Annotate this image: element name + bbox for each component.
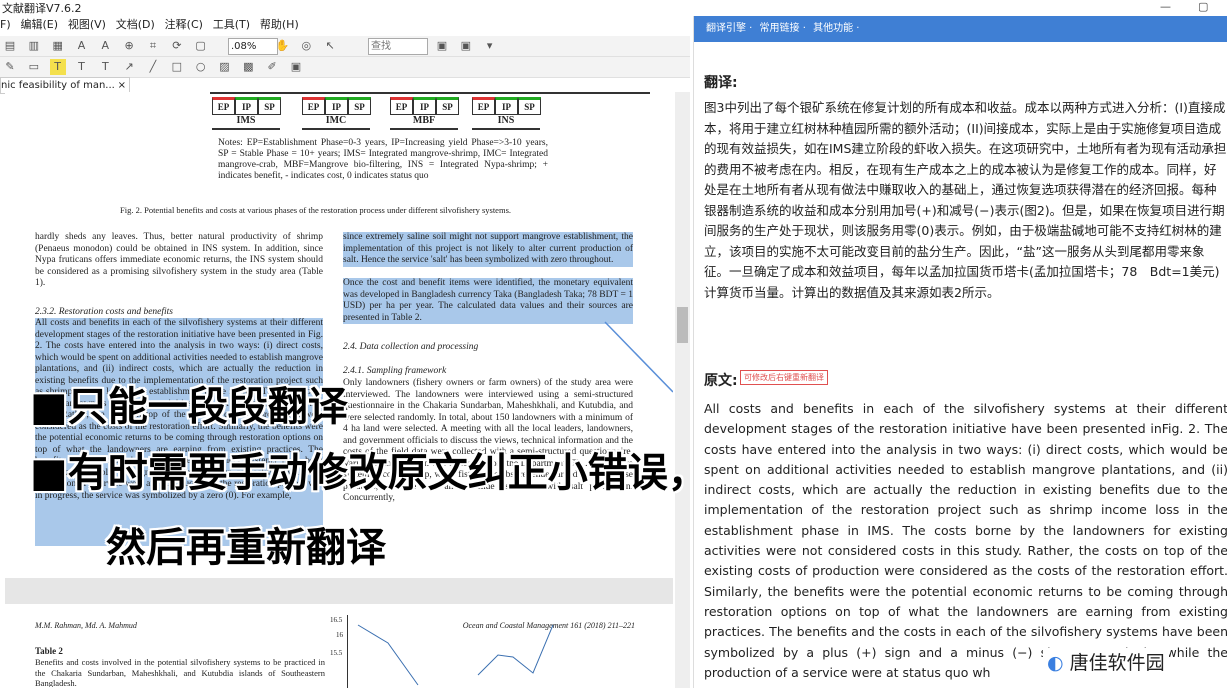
main-toolbar: ▤ ▥ ▦ A A ⊕ ⌗ ⟳ ▢ .08% ✋ ◎ ↖ 查找 ▣ ▣ ▾ [0, 36, 690, 57]
phase-cell: SP [518, 97, 541, 115]
menu-document[interactable]: 文档(D) [116, 16, 155, 34]
menu-links[interactable]: 常用链接 · [760, 23, 806, 34]
zoom-select[interactable]: .08% [228, 38, 278, 55]
original-heading: 原文: [704, 373, 738, 389]
document-tab-label: nic feasibility of man... [1, 80, 115, 91]
group-label: MBF [390, 114, 458, 130]
phase-cell: IP [235, 97, 258, 115]
strike-icon[interactable]: T [97, 59, 113, 75]
group-label: IMC [302, 114, 370, 130]
figure-notes: Notes: EP=Establishment Phase=0-3 years,… [218, 138, 548, 181]
ellipse-icon[interactable]: ○ [193, 59, 209, 75]
highlighted-paragraph: All costs and benefits in each of the si… [35, 318, 323, 546]
figure-table: EP IP SP EP IP SP EP IP SP EP IP SP IMS … [210, 92, 650, 130]
select-icon[interactable]: ↖ [322, 38, 338, 54]
tick-label: 15.5 [330, 649, 343, 657]
phase-cell: SP [348, 97, 371, 115]
menu-file[interactable]: F) [0, 16, 11, 34]
overlay-caption-3: 然后再重新翻译 [106, 525, 386, 571]
annotation-toolbar: ✎ ▭ T T T ↗ ╱ □ ○ ▨ ▩ ✐ ▣ [0, 57, 690, 78]
phase-cell: IP [325, 97, 348, 115]
overlay-caption-1: ■只能一段段翻译 [30, 384, 348, 430]
menu-edit[interactable]: 编辑(E) [20, 16, 58, 34]
open-icon[interactable]: ▤ [2, 38, 18, 54]
watermark-icon: ◐ [1047, 652, 1064, 674]
crop-icon[interactable]: ⌗ [145, 38, 161, 54]
section-heading: 2.3.2. Restoration costs and benefits [35, 307, 174, 317]
fit-icon[interactable]: ▢ [193, 38, 209, 54]
original-hint: 可修改后右键重新翻译 [740, 370, 828, 385]
edit-icon[interactable]: ✐ [264, 59, 280, 75]
menu-view[interactable]: 视图(V) [68, 16, 106, 34]
menu-help[interactable]: 帮助(H) [260, 16, 299, 34]
translation-heading: 翻译: [704, 75, 738, 91]
menu-engine[interactable]: 翻译引擎 · [706, 23, 752, 34]
figure-caption: Fig. 2. Potential benefits and costs at … [120, 205, 511, 215]
line-icon[interactable]: ╱ [145, 59, 161, 75]
page-footer-left: M.M. Rahman, Md. A. Mahmud [35, 621, 137, 630]
snapshot-icon[interactable]: ◎ [298, 38, 314, 54]
menu-other[interactable]: 其他功能 · [813, 23, 859, 34]
next-icon[interactable]: ▣ [458, 38, 474, 54]
section-heading: 2.4.1. Sampling framework [343, 366, 447, 376]
search-input[interactable]: 查找 [368, 38, 428, 55]
mini-chart: 16.5 16 15.5 [330, 615, 628, 688]
highlight-icon[interactable]: T [49, 59, 66, 75]
phase-cell: SP [258, 97, 281, 115]
rotate-icon[interactable]: ⟳ [169, 38, 185, 54]
page-separator [5, 578, 673, 604]
font-up-icon[interactable]: A [73, 38, 89, 54]
phase-cell: EP [302, 97, 325, 115]
translation-panel: 翻译引擎 · 常用链接 · 其他功能 · 翻译: 图3中列出了每个银矿系统在修复… [693, 16, 1227, 688]
font-down-icon[interactable]: A [97, 38, 113, 54]
phase-cell: IP [413, 97, 436, 115]
overlay-caption-2: ■有时需要手动修改原文纠正小错误， [30, 450, 708, 496]
highlighted-paragraph: Once the cost and benefit items were ide… [343, 278, 633, 324]
menu-annotate[interactable]: 注释(C) [165, 16, 203, 34]
original-text[interactable]: All costs and benefits in each of the si… [704, 399, 1227, 683]
phase-cell: SP [436, 97, 459, 115]
translate-icon[interactable]: ▣ [288, 59, 304, 75]
watermark-text: 唐佳软件园 [1069, 652, 1165, 674]
phase-cell: EP [212, 97, 235, 115]
comment-icon[interactable]: ▭ [26, 59, 42, 75]
title-bar: 文献翻译V7.6.2 — ▢ [0, 0, 1227, 16]
filter-icon[interactable]: ▾ [482, 38, 498, 54]
group-label: IMS [212, 114, 280, 130]
panel-header: 翻译引擎 · 常用链接 · 其他功能 · [694, 16, 1227, 42]
pdf-scrollbar[interactable] [675, 92, 690, 688]
prev-icon[interactable]: ▣ [434, 38, 450, 54]
highlighted-paragraph: since extremely saline soil might not su… [343, 232, 633, 267]
save-icon[interactable]: ▥ [26, 38, 42, 54]
phase-cell: IP [495, 97, 518, 115]
attach-icon[interactable]: ▩ [240, 59, 256, 75]
translation-text[interactable]: 图3中列出了每个银矿系统在修复计划的所有成本和收益。成本以两种方式进入分析：(I… [704, 98, 1227, 303]
stamp-icon[interactable]: ▨ [216, 59, 232, 75]
paragraph: hardly sheds any leaves. Thus, better na… [35, 232, 323, 288]
underline-icon[interactable]: T [73, 59, 89, 75]
arrow-icon[interactable]: ↗ [121, 59, 137, 75]
menu-bar: F) 编辑(E) 视图(V) 文档(D) 注释(C) 工具(T) 帮助(H) [0, 16, 690, 34]
zoom-icon[interactable]: ⊕ [121, 38, 137, 54]
mini-chart-lines [357, 624, 554, 686]
note-icon[interactable]: ✎ [2, 59, 18, 75]
menu-tools[interactable]: 工具(T) [213, 16, 250, 34]
phase-cell: EP [472, 97, 495, 115]
print-icon[interactable]: ▦ [50, 38, 66, 54]
maximize-button[interactable]: ▢ [1198, 0, 1208, 13]
scrollbar-thumb[interactable] [677, 307, 688, 343]
minimize-button[interactable]: — [1160, 0, 1171, 13]
table-caption: Benefits and costs involved in the poten… [35, 657, 325, 687]
tick-label: 16.5 [330, 616, 343, 624]
close-tab-icon[interactable]: × [118, 78, 126, 93]
watermark: ◐ 唐佳软件园 [1043, 648, 1169, 675]
group-label: INS [472, 114, 540, 130]
table-title: Table 2 [35, 646, 63, 656]
rect-icon[interactable]: □ [169, 59, 185, 75]
app-title: 文献翻译V7.6.2 [2, 2, 82, 15]
section-heading: 2.4. Data collection and processing [343, 342, 479, 352]
tick-label: 16 [336, 631, 343, 639]
phase-cell: EP [390, 97, 413, 115]
